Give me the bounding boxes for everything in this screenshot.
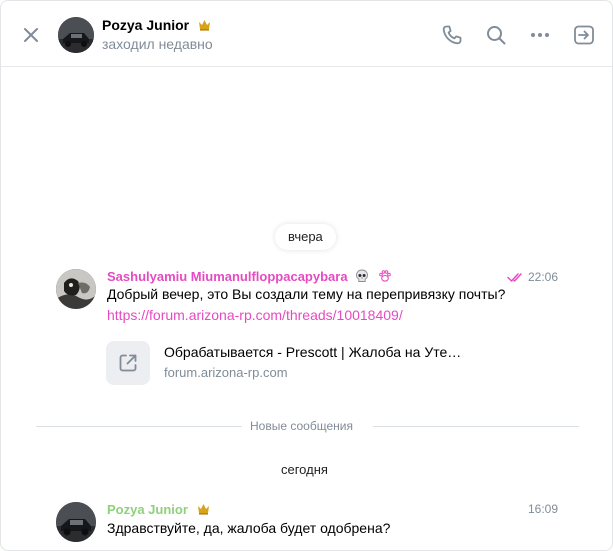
- sender-avatar[interactable]: [56, 269, 96, 309]
- date-separator-today: сегодня: [281, 462, 328, 477]
- peer-avatar[interactable]: [58, 17, 94, 53]
- message-link[interactable]: https://forum.arizona-rp.com/threads/100…: [107, 307, 403, 323]
- link-preview-title: Обрабатывается - Prescott | Жалоба на Ут…: [164, 344, 462, 360]
- message-author-name: Sashulyamiu Miumanulfloppacapybara: [107, 269, 348, 284]
- message-text: Добрый вечер, это Вы создали тему на пер…: [107, 284, 507, 326]
- skull-icon: [356, 269, 369, 282]
- new-messages-divider: Новые сообщения: [250, 419, 353, 433]
- message-time: 16:09: [528, 502, 559, 516]
- message-author[interactable]: Pozya Junior: [107, 502, 210, 517]
- close-icon[interactable]: [19, 23, 43, 47]
- message-text: Здравствуйте, да, жалоба будет одобрена?: [107, 520, 391, 536]
- divider-line-right: [373, 426, 579, 427]
- message-time: 22:06: [528, 270, 559, 284]
- phone-icon[interactable]: [440, 23, 464, 47]
- message-body: Добрый вечер, это Вы создали тему на пер…: [107, 286, 506, 302]
- link-preview-thumb: [106, 341, 150, 385]
- crown-icon: [199, 20, 211, 31]
- chat-header: Pozya Junior заходил недавно: [1, 1, 612, 67]
- paw-icon: [379, 270, 391, 282]
- peer-status: заходил недавно: [102, 36, 213, 52]
- message-author[interactable]: Sashulyamiu Miumanulfloppacapybara: [107, 269, 392, 284]
- link-preview-domain: forum.arizona-rp.com: [164, 365, 288, 380]
- peer-name-text: Pozya Junior: [102, 17, 190, 33]
- crown-icon: [197, 504, 209, 515]
- peer-name[interactable]: Pozya Junior: [102, 17, 211, 33]
- sender-avatar[interactable]: [56, 502, 96, 542]
- date-separator-yesterday: вчера: [275, 224, 336, 250]
- search-icon[interactable]: [484, 23, 508, 47]
- read-checkmarks-icon: [507, 273, 522, 282]
- more-icon[interactable]: [528, 23, 552, 47]
- message-author-name: Pozya Junior: [107, 502, 188, 517]
- link-preview[interactable]: Обрабатывается - Prescott | Жалоба на Ут…: [106, 341, 526, 387]
- leave-chat-icon[interactable]: [572, 23, 596, 47]
- external-link-icon: [119, 354, 137, 372]
- divider-line-left: [36, 426, 242, 427]
- chat-window: Pozya Junior заходил недавно вчера Sashu…: [0, 0, 613, 551]
